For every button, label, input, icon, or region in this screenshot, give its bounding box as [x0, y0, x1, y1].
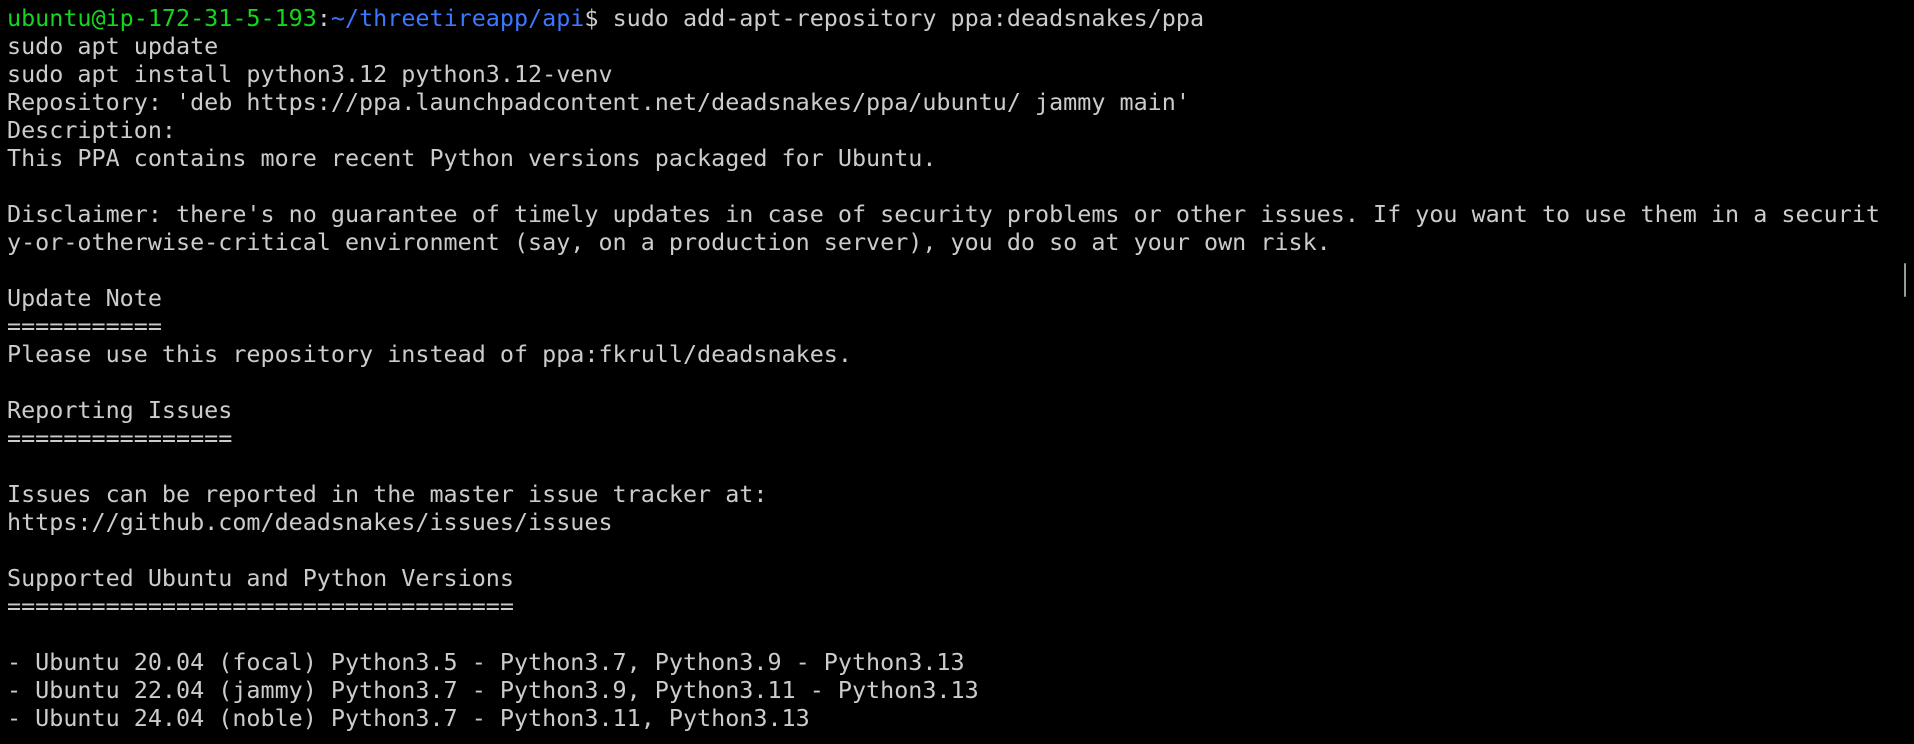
prompt-separator: : [316, 4, 331, 32]
terminal-output: sudo apt update sudo apt install python3.… [7, 32, 1914, 732]
output-line: Supported Ubuntu and Python Versions [7, 564, 514, 592]
output-line: sudo apt install python3.12 python3.12-v… [7, 60, 613, 88]
prompt-path: ~/threetireapp/api [330, 4, 585, 32]
prompt-line: ubuntu@ip-172-31-5-193:~/threetireapp/ap… [7, 4, 1914, 32]
prompt-symbol: $ [584, 4, 613, 32]
output-line: Issues can be reported in the master iss… [7, 480, 768, 508]
output-line: ================ [7, 424, 233, 452]
output-line: y-or-otherwise-critical environment (say… [7, 228, 1331, 256]
output-line: - Ubuntu 20.04 (focal) Python3.5 - Pytho… [7, 648, 965, 676]
scrollbar-thumb[interactable] [1904, 263, 1906, 297]
scrollbar-track[interactable] [1902, 0, 1914, 744]
output-line: Please use this repository instead of pp… [7, 340, 852, 368]
output-line: sudo apt update [7, 32, 219, 60]
output-line: Disclaimer: there's no guarantee of time… [7, 200, 1880, 228]
output-line: https://github.com/deadsnakes/issues/iss… [7, 508, 613, 536]
prompt-user-host: ubuntu@ip-172-31-5-193 [7, 4, 317, 32]
output-line: - Ubuntu 22.04 (jammy) Python3.7 - Pytho… [7, 676, 979, 704]
output-line: Update Note [7, 284, 162, 312]
output-line: Description: [7, 116, 176, 144]
output-line: =========== [7, 312, 162, 340]
output-line: This PPA contains more recent Python ver… [7, 144, 937, 172]
output-line: Repository: 'deb https://ppa.launchpadco… [7, 88, 1190, 116]
output-line: Reporting Issues [7, 396, 233, 424]
output-line: ==================================== [7, 592, 514, 620]
terminal-window[interactable]: ubuntu@ip-172-31-5-193:~/threetireapp/ap… [0, 0, 1914, 744]
output-line: - Ubuntu 24.04 (noble) Python3.7 - Pytho… [7, 704, 810, 732]
prompt-command: sudo add-apt-repository ppa:deadsnakes/p… [612, 4, 1205, 32]
